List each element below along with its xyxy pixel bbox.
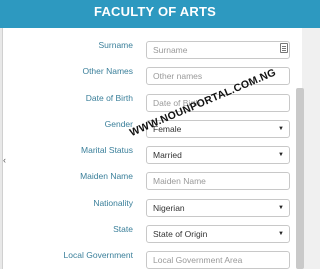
nationality-value: Nigerian [153,203,185,213]
chevron-down-icon: ▼ [278,152,284,158]
page-header: FACULTY OF ARTS [0,0,320,28]
marital-status-row: Marital Status Married ▼ [3,145,302,165]
surname-input[interactable]: Surname [146,41,290,59]
contact-card-icon[interactable] [280,43,288,53]
maiden-name-row: Maiden Name Maiden Name [3,171,302,191]
chevron-down-icon: ▼ [278,231,284,237]
state-select[interactable]: State of Origin ▼ [146,225,290,243]
state-label: State [113,224,133,234]
marital-status-select[interactable]: Married ▼ [146,146,290,164]
date-of-birth-row: Date of Birth Date of Birth [3,93,302,113]
local-government-row: Local Government Local Government Area [3,250,302,269]
marital-status-value: Married [153,150,182,160]
nationality-label: Nationality [93,198,133,208]
scrollbar-track[interactable] [302,28,320,269]
local-government-input[interactable]: Local Government Area [146,251,290,269]
registration-form: ‹ Surname Surname Other Names Other name… [2,28,302,269]
maiden-name-input[interactable]: Maiden Name [146,172,290,190]
chevron-down-icon: ▼ [278,205,284,211]
nationality-select[interactable]: Nigerian ▼ [146,199,290,217]
surname-row: Surname Surname [3,40,302,60]
state-row: State State of Origin ▼ [3,224,302,244]
nationality-row: Nationality Nigerian ▼ [3,198,302,218]
maiden-name-label: Maiden Name [80,171,133,181]
surname-label: Surname [98,40,134,50]
chevron-down-icon: ▼ [278,126,284,132]
state-value: State of Origin [153,229,208,239]
local-government-label: Local Government [63,250,133,260]
scrollbar-thumb[interactable] [296,88,304,269]
date-of-birth-label: Date of Birth [85,93,133,103]
other-names-label: Other Names [82,66,133,76]
marital-status-label: Marital Status [81,145,133,155]
page-title: FACULTY OF ARTS [94,4,216,19]
